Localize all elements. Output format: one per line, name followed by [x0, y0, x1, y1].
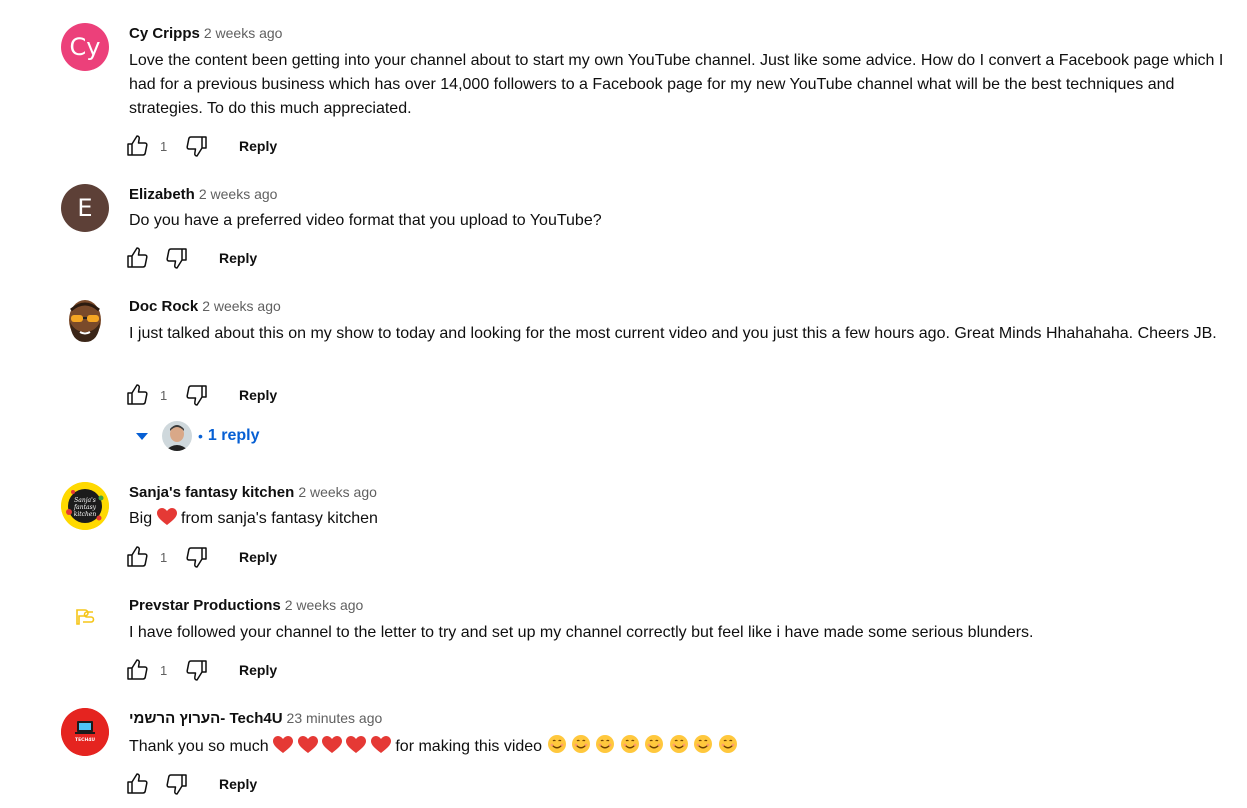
fantasy-kitchen-logo-icon: Sanja's fantasy kitchen: [61, 482, 109, 530]
comment-header: הערוץ הרשמי- Tech4U 23 minutes ago: [129, 708, 382, 729]
like-icon[interactable]: [125, 545, 149, 569]
author-name[interactable]: Cy Cripps: [129, 25, 200, 42]
author-name[interactable]: Prevstar Productions: [129, 597, 281, 614]
tech4u-logo-icon: TECH4U: [61, 708, 109, 756]
avatar[interactable]: Cy: [61, 23, 109, 71]
dislike-icon[interactable]: [185, 545, 209, 569]
comment-header: Prevstar Productions 2 weeks ago: [129, 595, 363, 616]
smiling-face-icon: [620, 735, 639, 753]
svg-text:TECH4U: TECH4U: [75, 737, 95, 743]
comment-text-part: for making this video: [395, 738, 543, 755]
comment-actions: 1 Reply: [125, 658, 277, 682]
like-icon[interactable]: [125, 383, 149, 407]
reply-button[interactable]: Reply: [239, 138, 277, 154]
reply-button[interactable]: Reply: [239, 387, 277, 403]
svg-text:kitchen: kitchen: [74, 511, 97, 518]
separator-dot: •: [198, 428, 203, 444]
comment-actions: 1 Reply: [125, 134, 277, 158]
like-count: 1: [160, 662, 168, 678]
red-heart-icon: [273, 736, 294, 753]
replies-count-label[interactable]: 1 reply: [208, 427, 260, 445]
view-replies-button[interactable]: • 1 reply: [132, 420, 260, 452]
bearded-man-sunglasses-avatar-icon: [69, 300, 101, 342]
avatar[interactable]: [61, 296, 109, 344]
smiling-face-icon: [694, 735, 713, 753]
dislike-icon[interactable]: [185, 383, 209, 407]
dislike-icon[interactable]: [165, 772, 189, 796]
like-icon[interactable]: [125, 658, 149, 682]
comment-time[interactable]: 2 weeks ago: [204, 25, 283, 41]
author-name[interactable]: Elizabeth: [129, 186, 195, 203]
comment-actions: Reply: [125, 246, 257, 270]
comment-text-part: from sanja's fantasy kitchen: [181, 510, 378, 527]
reply-author-avatar: [162, 421, 192, 451]
comment-time[interactable]: 23 minutes ago: [287, 710, 383, 726]
like-count: 1: [160, 138, 168, 154]
like-count: 1: [160, 549, 168, 565]
author-name[interactable]: הערוץ הרשמי- Tech4U: [129, 710, 283, 727]
comment-header: Sanja's fantasy kitchen 2 weeks ago: [129, 482, 377, 503]
reply-button[interactable]: Reply: [219, 250, 257, 266]
red-heart-icon: [370, 736, 391, 753]
like-icon[interactable]: [125, 134, 149, 158]
like-count: 1: [160, 387, 168, 403]
dislike-icon[interactable]: [165, 246, 189, 270]
comment-text: I just talked about this on my show to t…: [129, 325, 1217, 342]
like-icon[interactable]: [125, 772, 149, 796]
comment-time[interactable]: 2 weeks ago: [202, 298, 281, 314]
smiling-face-icon: [645, 735, 664, 753]
dislike-icon[interactable]: [185, 658, 209, 682]
smiling-face-icon: [547, 735, 566, 753]
reply-button[interactable]: Reply: [239, 662, 277, 678]
red-heart-icon: [321, 736, 342, 753]
like-icon[interactable]: [125, 246, 149, 270]
red-heart-icon: [156, 508, 177, 525]
comment-text: Do you have a preferred video format tha…: [129, 212, 602, 229]
comment-time[interactable]: 2 weeks ago: [199, 186, 278, 202]
comment-time[interactable]: 2 weeks ago: [298, 484, 377, 500]
author-name[interactable]: Doc Rock: [129, 298, 198, 315]
comment-text-part: Thank you so much: [129, 738, 269, 755]
comment-text-part: Big: [129, 510, 153, 527]
avatar[interactable]: [61, 595, 109, 643]
reply-button[interactable]: Reply: [239, 549, 277, 565]
comment-text: I have followed your channel to the lett…: [129, 624, 1034, 641]
smiling-face-icon: [669, 735, 688, 753]
author-name[interactable]: Sanja's fantasy kitchen: [129, 484, 294, 501]
avatar[interactable]: Sanja's fantasy kitchen: [61, 482, 109, 530]
caret-down-icon: [136, 433, 148, 440]
smiling-face-icon: [596, 735, 615, 753]
svg-text:fantasy: fantasy: [73, 504, 97, 511]
comment-header: Cy Cripps 2 weeks ago: [129, 23, 282, 44]
svg-text:Sanja's: Sanja's: [74, 497, 96, 504]
comment-actions: 1 Reply: [125, 383, 277, 407]
red-heart-icon: [297, 736, 318, 753]
ps-logo-icon: [76, 609, 95, 625]
comment-header: Elizabeth 2 weeks ago: [129, 184, 277, 205]
avatar[interactable]: TECH4U: [61, 708, 109, 756]
comment-actions: 1 Reply: [125, 545, 277, 569]
smiling-face-icon: [718, 735, 737, 753]
red-heart-icon: [346, 736, 367, 753]
reply-button[interactable]: Reply: [219, 776, 257, 792]
comment-text: Thank you so much for making this video: [129, 734, 1229, 759]
comment-actions: Reply: [125, 772, 257, 796]
hearts-emoji-group: [273, 736, 395, 755]
avatar-initials: Cy: [69, 33, 101, 61]
comment-text: Love the content been getting into your …: [129, 52, 1224, 117]
avatar[interactable]: E: [61, 184, 109, 232]
comment-text: Big from sanja's fantasy kitchen: [129, 507, 1229, 531]
avatar-initials: E: [77, 194, 93, 222]
dislike-icon[interactable]: [185, 134, 209, 158]
smiley-emoji-group: [547, 735, 738, 755]
smiling-face-icon: [571, 735, 590, 753]
comment-time[interactable]: 2 weeks ago: [285, 597, 364, 613]
comment-header: Doc Rock 2 weeks ago: [129, 296, 281, 317]
